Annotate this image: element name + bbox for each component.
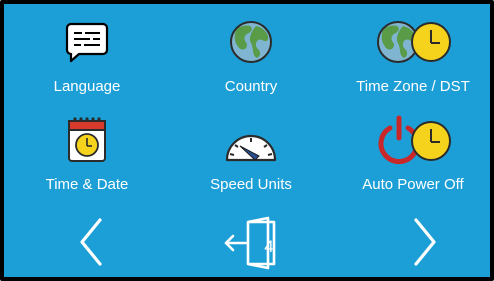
menu-item-label: Time Zone / DST — [356, 78, 470, 95]
menu-item-language[interactable]: Language — [12, 16, 162, 116]
language-icon — [65, 22, 109, 63]
menu-item-speed-units[interactable]: Speed Units — [176, 114, 326, 214]
globe-icon — [230, 21, 272, 63]
calendar-clock-icon — [68, 117, 106, 162]
settings-screen: Language Country Time Zone / DST Time & … — [0, 0, 494, 281]
next-page-button[interactable] — [404, 216, 444, 268]
menu-item-country[interactable]: Country — [176, 16, 326, 116]
previous-page-button[interactable] — [72, 216, 112, 268]
menu-item-label: Country — [224, 78, 278, 95]
page-number: 4 — [264, 237, 274, 256]
menu-item-auto-power-off[interactable]: Auto Power Off — [338, 114, 488, 214]
menu-item-label: Auto Power Off — [362, 176, 464, 193]
menu-item-label: Time & Date — [45, 176, 129, 193]
chevron-right-icon — [414, 218, 436, 266]
menu-item-time-zone[interactable]: Time Zone / DST — [338, 16, 488, 116]
power-clock-icon — [378, 115, 451, 165]
speedometer-icon — [225, 134, 277, 162]
chevron-left-icon — [80, 218, 102, 266]
menu-item-time-date[interactable]: Time & Date — [12, 114, 162, 214]
globe-clock-icon — [377, 21, 451, 63]
menu-item-label: Speed Units — [210, 176, 292, 193]
menu-item-label: Language — [53, 78, 121, 95]
